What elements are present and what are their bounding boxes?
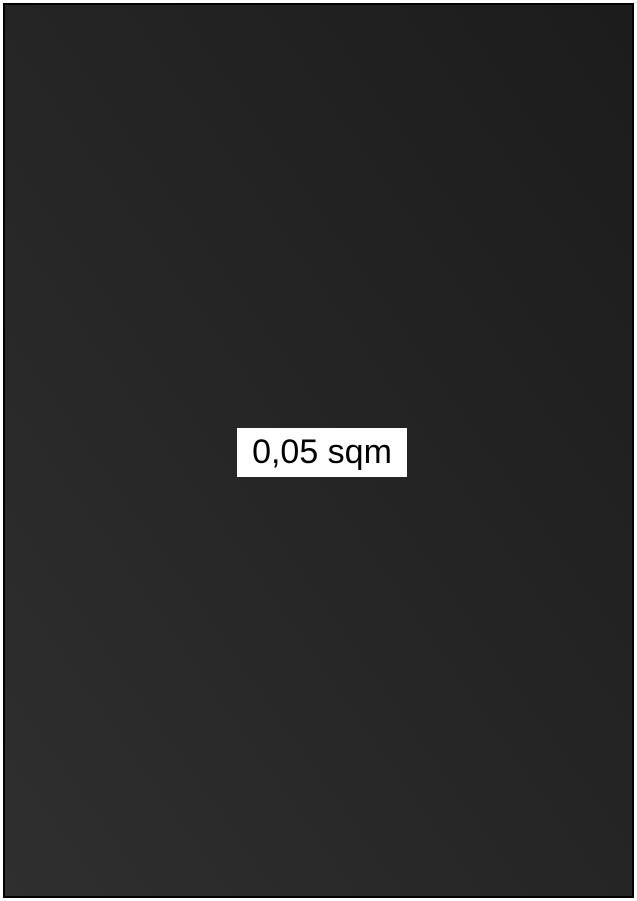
area-label: 0,05 sqm: [237, 428, 407, 477]
